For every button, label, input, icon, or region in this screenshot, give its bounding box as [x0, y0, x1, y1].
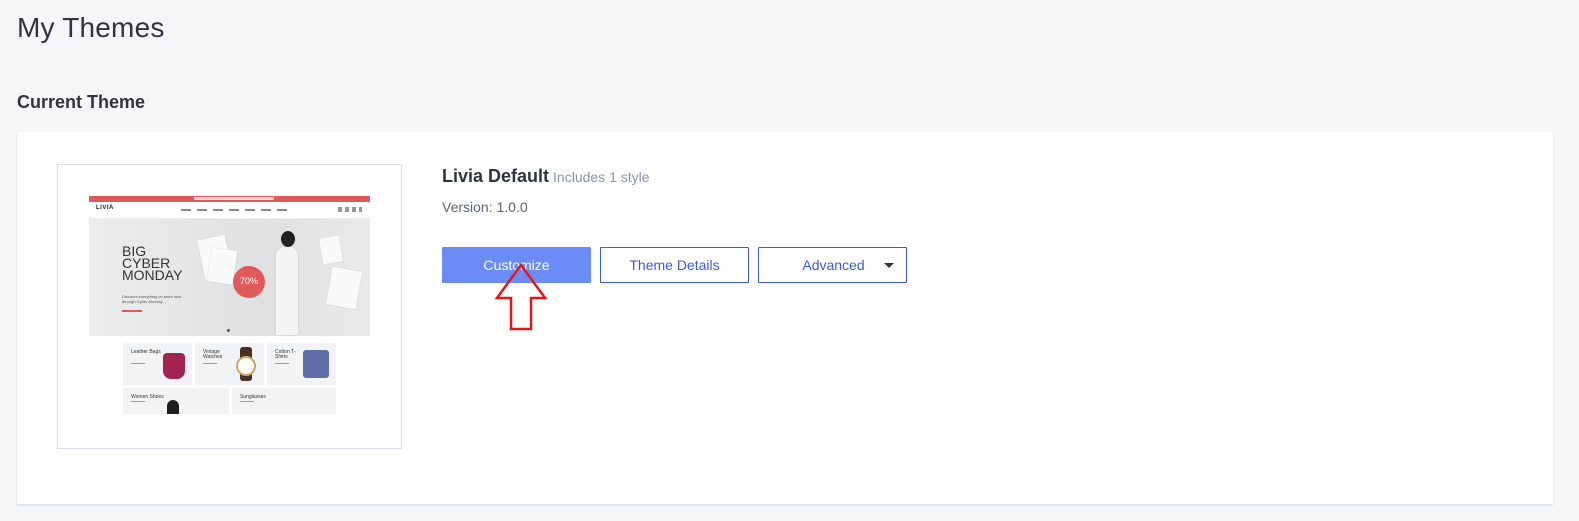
preview-logo: LIVIA — [96, 205, 114, 211]
preview-tile: Sunglasses — [232, 388, 336, 414]
preview-shopping-bag — [325, 266, 363, 310]
tshirt-icon — [303, 350, 329, 378]
theme-thumbnail[interactable]: LIVIA BIG CYBER MONDAY Discount everythi… — [57, 164, 402, 449]
current-theme-card: LIVIA BIG CYBER MONDAY Discount everythi… — [17, 132, 1553, 504]
theme-version: Version: 1.0.0 — [442, 199, 528, 215]
preview-nav-links — [181, 209, 291, 211]
preview-hero-link — [122, 310, 142, 312]
preview-nav-icons — [338, 207, 362, 212]
theme-details-button[interactable]: Theme Details — [600, 247, 749, 283]
preview-model-head — [281, 231, 295, 247]
watch-icon — [236, 356, 256, 376]
theme-info: Livia Default Includes 1 style Version: 1… — [442, 166, 650, 215]
preview-nav-bar: LIVIA — [89, 202, 370, 219]
theme-name: Livia Default — [442, 166, 550, 186]
thumbnail-site-preview: LIVIA BIG CYBER MONDAY Discount everythi… — [89, 196, 370, 336]
preview-tile: Vintage Watches — [195, 343, 264, 385]
preview-carousel-dot — [227, 329, 230, 332]
preview-hero-subtitle: Discount everything on store now through… — [122, 294, 182, 304]
page-title: My Themes — [17, 12, 165, 43]
handbag-icon — [163, 353, 185, 379]
preview-shopping-bag — [318, 235, 344, 265]
preview-hero-title: BIG CYBER MONDAY — [122, 243, 183, 283]
preview-tile: Women Shoes — [123, 388, 229, 414]
caret-down-icon[interactable] — [884, 263, 894, 268]
preview-discount-badge: 70% — [233, 266, 265, 298]
advanced-dropdown-button[interactable]: Advanced — [758, 247, 907, 283]
preview-tile: Cotton T-Shirts — [267, 343, 336, 385]
shoe-icon — [167, 400, 179, 414]
section-title: Current Theme — [17, 92, 146, 112]
preview-hero-banner: BIG CYBER MONDAY Discount everything on … — [89, 219, 370, 336]
preview-tile: Leather Bags — [123, 343, 192, 385]
preview-model-figure — [276, 247, 298, 335]
up-arrow-annotation-icon — [494, 263, 548, 331]
theme-styles-note: Includes 1 style — [553, 169, 650, 185]
